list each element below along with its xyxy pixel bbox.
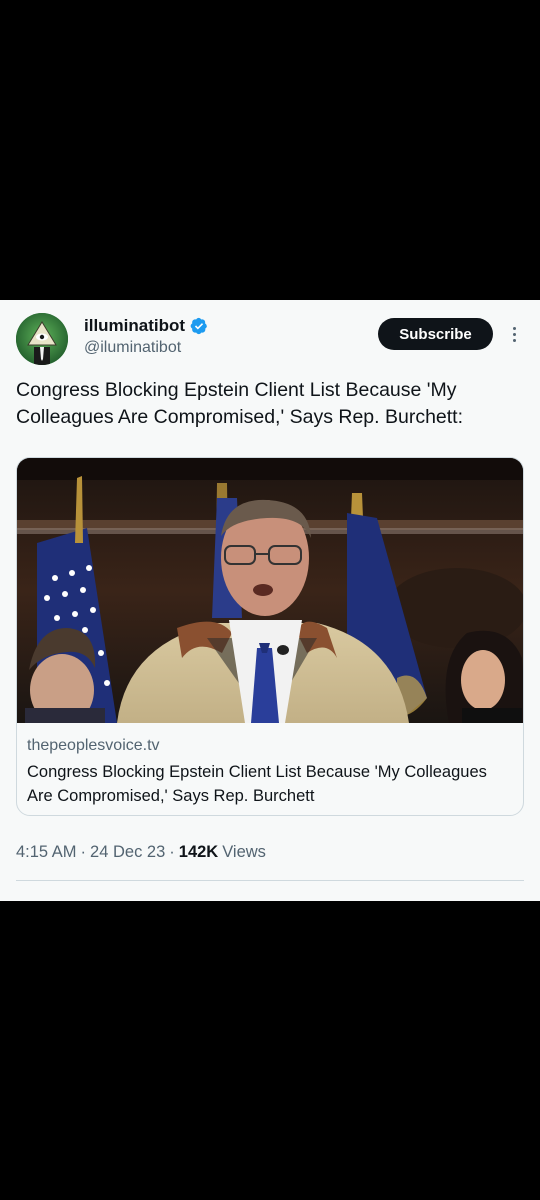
divider — [16, 880, 524, 881]
subscribe-button[interactable]: Subscribe — [378, 318, 493, 350]
views-count[interactable]: 142K — [179, 843, 218, 862]
author-handle[interactable]: @iluminatibot — [84, 339, 181, 357]
tweet-meta: 4:15 AM · 24 Dec 23 · 142K Views — [16, 843, 266, 862]
tweet-date[interactable]: 24 Dec 23 — [90, 843, 165, 862]
tweet: illuminatibot @iluminatibot Subscribe Co… — [0, 300, 540, 901]
verified-badge-icon — [190, 317, 207, 335]
author-avatar[interactable] — [16, 313, 68, 365]
meta-separator: · — [80, 843, 87, 861]
tweet-text: Congress Blocking Epstein Client List Be… — [16, 379, 464, 428]
views-label[interactable]: Views — [222, 843, 266, 862]
card-title[interactable]: Congress Blocking Epstein Client List Be… — [27, 760, 507, 808]
meta-separator: · — [169, 843, 175, 861]
more-options-icon[interactable] — [504, 322, 524, 346]
press-conference-photo[interactable] — [17, 458, 524, 723]
tweet-time[interactable]: 4:15 AM — [16, 843, 77, 862]
illuminati-eye-avatar-icon — [16, 313, 68, 365]
card-domain[interactable]: thepeoplesvoice.tv — [27, 737, 160, 755]
author-name-row[interactable]: illuminatibot — [84, 316, 208, 336]
author-display-name[interactable]: illuminatibot — [84, 316, 185, 336]
link-card[interactable]: thepeoplesvoice.tv Congress Blocking Eps… — [16, 457, 524, 816]
